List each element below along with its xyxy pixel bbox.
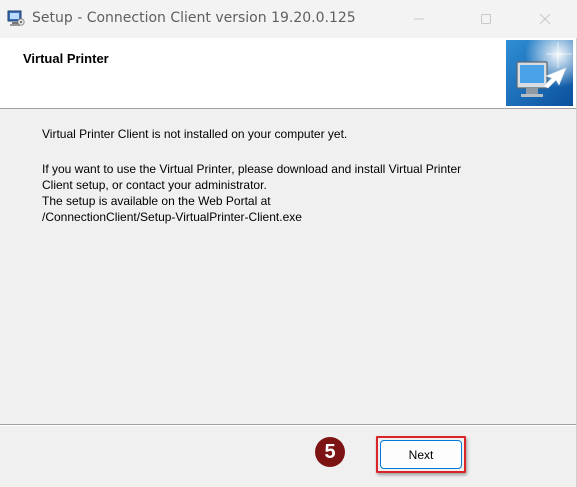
- setup-computer-icon: [7, 9, 25, 27]
- window-title: Setup - Connection Client version 19.20.…: [32, 10, 356, 26]
- status-message: Virtual Printer Client is not installed …: [42, 127, 348, 141]
- computer-arrow-graphic: [506, 40, 573, 106]
- portal-info-line: The setup is available on the Web Portal…: [42, 194, 271, 208]
- instruction-line: If you want to use the Virtual Printer, …: [42, 162, 462, 176]
- setup-path: /ConnectionClient/Setup-VirtualPrinter-C…: [42, 210, 302, 224]
- close-button[interactable]: [522, 0, 568, 38]
- message-body: Virtual Printer Client is not installed …: [42, 126, 542, 225]
- next-button[interactable]: Next: [380, 440, 462, 469]
- footer-divider: [0, 424, 576, 426]
- step-number-badge: 5: [315, 437, 345, 467]
- maximize-button[interactable]: [463, 0, 509, 38]
- close-icon: [539, 13, 551, 25]
- title-bar[interactable]: Setup - Connection Client version 19.20.…: [0, 0, 577, 38]
- page-title: Virtual Printer: [23, 51, 109, 66]
- wizard-header: Virtual Printer: [0, 38, 576, 109]
- minimize-button[interactable]: [396, 0, 442, 38]
- instruction-line: Client setup, or contact your administra…: [42, 178, 267, 192]
- setup-window: Setup - Connection Client version 19.20.…: [0, 0, 577, 487]
- minimize-icon: [414, 18, 424, 20]
- maximize-icon: [481, 14, 491, 24]
